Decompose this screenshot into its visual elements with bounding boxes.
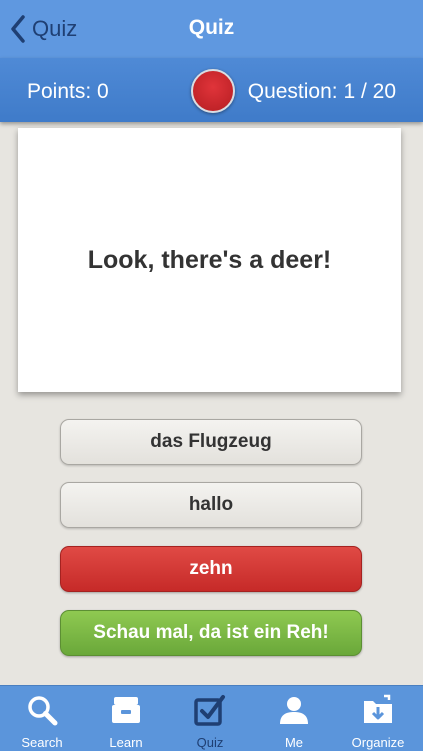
search-icon <box>28 696 58 726</box>
tab-label: Me <box>284 735 304 750</box>
box-icon <box>112 697 140 723</box>
status-bar: Points: 0 Question: 1 / 20 <box>0 58 423 122</box>
navigation-bar: Quiz Quiz <box>0 0 423 58</box>
points-counter: Points: 0 <box>27 80 109 103</box>
answer-button-4[interactable]: Schau mal, da ist ein Reh! <box>60 610 362 656</box>
tab-label: Organize <box>351 735 405 750</box>
tab-me[interactable]: Me <box>252 686 336 751</box>
tab-label: Learn <box>109 735 143 750</box>
question-card: Look, there's a deer! <box>18 128 401 392</box>
person-icon <box>280 697 308 724</box>
tab-search[interactable]: Search <box>0 686 84 751</box>
question-counter: Question: 1 / 20 <box>247 80 396 103</box>
tab-learn[interactable]: Learn <box>84 686 168 751</box>
tab-organize[interactable]: Organize <box>336 686 420 751</box>
tab-bar: Search Learn Quiz Me Organize <box>0 685 423 751</box>
answer-button-1[interactable]: das Flugzeug <box>60 419 362 465</box>
answer-button-2[interactable]: hallo <box>60 482 362 528</box>
tab-quiz[interactable]: Quiz <box>168 686 252 751</box>
question-text: Look, there's a deer! <box>87 245 332 274</box>
page-title: Quiz <box>188 16 235 39</box>
answer-button-3[interactable]: zehn <box>60 546 362 592</box>
tab-label: Search <box>21 735 63 750</box>
record-button[interactable] <box>191 69 235 113</box>
folder-download-icon <box>364 694 392 723</box>
checkbox-icon <box>194 695 225 726</box>
tab-label: Quiz <box>196 735 224 750</box>
